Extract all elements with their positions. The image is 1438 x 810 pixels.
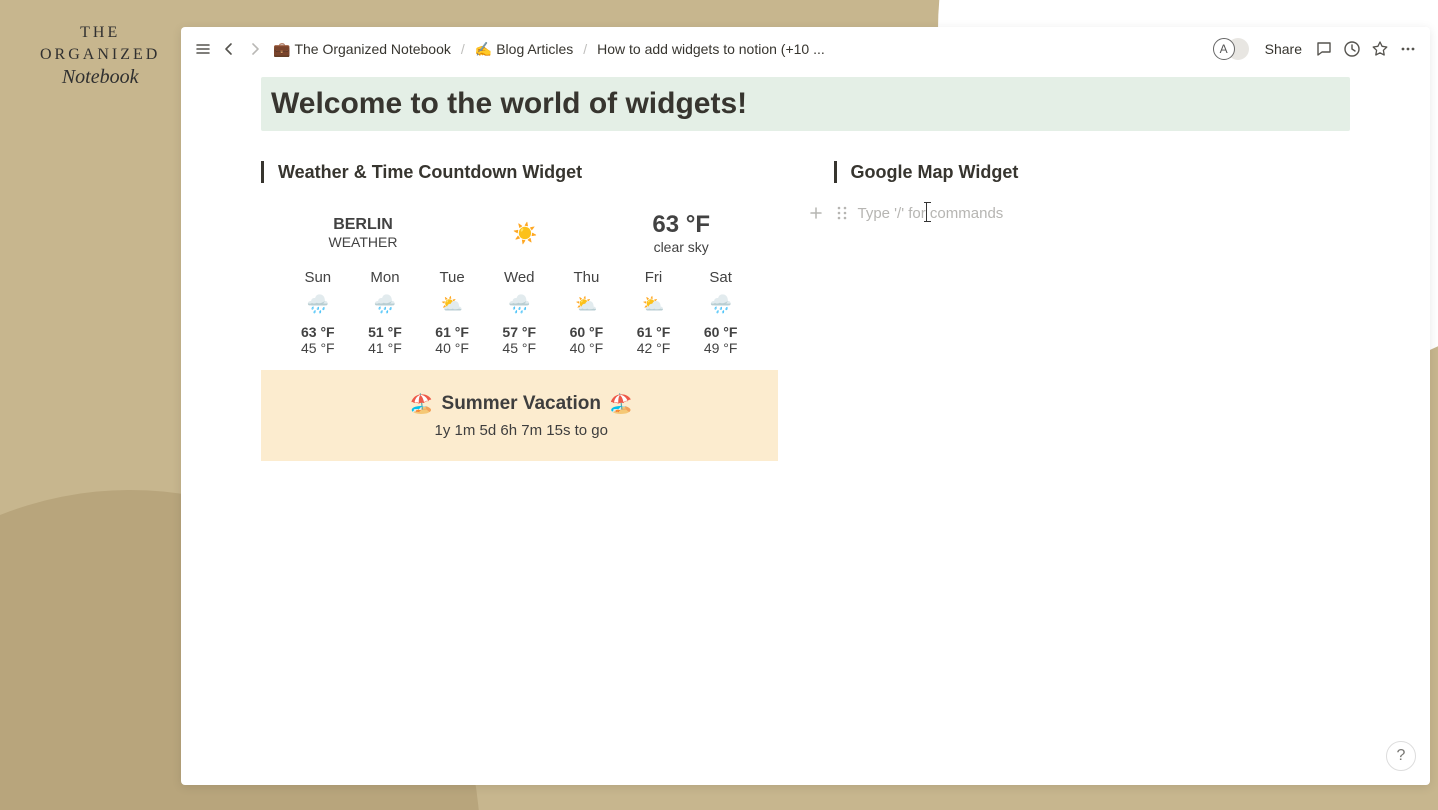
breadcrumb-separator: /: [583, 41, 587, 57]
forecast-day: Thu ⛅ 60 °F 40 °F: [570, 269, 604, 356]
forecast-day: Sat 🌧️ 60 °F 49 °F: [704, 269, 738, 356]
empty-block[interactable]: Type '/' for commands: [806, 201, 1351, 225]
column-heading-right[interactable]: Google Map Widget: [834, 161, 1351, 183]
weather-city: BERLIN: [329, 216, 398, 234]
forecast-day: Sun 🌧️ 63 °F 45 °F: [301, 269, 335, 356]
weather-icon: ⛅: [637, 292, 671, 316]
breadcrumb-item-blog[interactable]: ✍️ Blog Articles: [471, 39, 577, 60]
nav-back-button[interactable]: [217, 37, 241, 61]
briefcase-icon: 💼: [273, 41, 290, 58]
weather-icon: 🌧️: [368, 292, 402, 316]
countdown-widget: 🏖️ Summer Vacation 🏖️ 1y 1m 5d 6h 7m 15s…: [261, 370, 778, 461]
forecast-day-name: Fri: [637, 269, 671, 286]
forecast-day: Fri ⛅ 61 °F 42 °F: [637, 269, 671, 356]
forecast-day: Mon 🌧️ 51 °F 41 °F: [368, 269, 402, 356]
forecast-high: 61 °F: [435, 324, 469, 340]
share-button[interactable]: Share: [1259, 39, 1308, 59]
countdown-title: Summer Vacation: [442, 393, 601, 415]
beach-icon: 🏖️: [410, 392, 434, 416]
writing-icon: ✍️: [475, 41, 492, 58]
forecast-day-name: Wed: [502, 269, 536, 286]
updates-button[interactable]: [1340, 37, 1364, 61]
brand-line-3: Notebook: [40, 66, 160, 89]
column-heading-label: Weather & Time Countdown Widget: [278, 162, 582, 183]
column-heading-left[interactable]: Weather & Time Countdown Widget: [261, 161, 778, 183]
breadcrumb: 💼 The Organized Notebook / ✍️ Blog Artic…: [269, 39, 829, 60]
weather-label: WEATHER: [329, 234, 398, 250]
avatar: A: [1213, 38, 1235, 60]
more-button[interactable]: [1396, 37, 1420, 61]
weather-location: BERLIN WEATHER: [329, 216, 398, 250]
column-right: Google Map Widget Type '/' for commands: [834, 161, 1351, 461]
weather-now-desc: clear sky: [652, 239, 710, 255]
quote-bar-icon: [261, 161, 264, 183]
forecast-day-name: Sat: [704, 269, 738, 286]
forecast-high: 60 °F: [570, 324, 604, 340]
notion-window: 💼 The Organized Notebook / ✍️ Blog Artic…: [181, 27, 1430, 785]
breadcrumb-item-page[interactable]: How to add widgets to notion (+10 ...: [593, 39, 829, 59]
weather-icon: 🌧️: [301, 292, 335, 316]
presence-avatars[interactable]: A: [1213, 38, 1249, 60]
help-button[interactable]: ?: [1386, 741, 1416, 771]
add-block-button[interactable]: [806, 201, 826, 225]
breadcrumb-label: Blog Articles: [496, 41, 573, 57]
page-title: Welcome to the world of widgets!: [271, 87, 1340, 121]
forecast-high: 61 °F: [637, 324, 671, 340]
weather-forecast: Sun 🌧️ 63 °F 45 °F Mon 🌧️ 51 °F 41 °F: [271, 269, 768, 356]
forecast-low: 40 °F: [570, 340, 604, 356]
forecast-day: Wed 🌧️ 57 °F 45 °F: [502, 269, 536, 356]
forecast-high: 51 °F: [368, 324, 402, 340]
forecast-low: 45 °F: [502, 340, 536, 356]
forecast-day-name: Mon: [368, 269, 402, 286]
weather-icon: 🌧️: [502, 292, 536, 316]
weather-now: 63 °F clear sky: [652, 211, 710, 255]
forecast-high: 57 °F: [502, 324, 536, 340]
breadcrumb-separator: /: [461, 41, 465, 57]
column-heading-label: Google Map Widget: [851, 162, 1019, 183]
comments-button[interactable]: [1312, 37, 1336, 61]
drag-handle-icon[interactable]: [832, 201, 852, 225]
weather-icon: ⛅: [570, 292, 604, 316]
nav-forward-button[interactable]: [243, 37, 267, 61]
forecast-low: 49 °F: [704, 340, 738, 356]
forecast-day-name: Tue: [435, 269, 469, 286]
column-left: Weather & Time Countdown Widget BERLIN W…: [261, 161, 778, 461]
forecast-high: 60 °F: [704, 324, 738, 340]
weather-icon: ⛅: [435, 292, 469, 316]
forecast-low: 41 °F: [368, 340, 402, 356]
forecast-day: Tue ⛅ 61 °F 40 °F: [435, 269, 469, 356]
forecast-high: 63 °F: [301, 324, 335, 340]
forecast-day-name: Thu: [570, 269, 604, 286]
brand-line-1: THE: [40, 24, 160, 42]
sidebar-toggle-button[interactable]: [191, 37, 215, 61]
slash-placeholder[interactable]: Type '/' for commands: [858, 205, 1004, 222]
weather-icon: 🌧️: [704, 292, 738, 316]
forecast-low: 45 °F: [301, 340, 335, 356]
page-title-block[interactable]: Welcome to the world of widgets!: [261, 77, 1350, 131]
weather-widget: BERLIN WEATHER ☀️ 63 °F clear sky Sun: [261, 201, 778, 356]
breadcrumb-label: The Organized Notebook: [294, 41, 450, 57]
sun-icon: ☀️: [512, 221, 537, 246]
brand-line-2: ORGANIZED: [40, 46, 160, 64]
brand-logo: THE ORGANIZED Notebook: [40, 24, 160, 89]
breadcrumb-item-workspace[interactable]: 💼 The Organized Notebook: [269, 39, 455, 60]
beach-icon: 🏖️: [609, 392, 633, 416]
countdown-time: 1y 1m 5d 6h 7m 15s to go: [275, 422, 768, 439]
topbar: 💼 The Organized Notebook / ✍️ Blog Artic…: [181, 27, 1430, 71]
favorite-button[interactable]: [1368, 37, 1392, 61]
forecast-low: 40 °F: [435, 340, 469, 356]
page-body: Welcome to the world of widgets! Weather…: [181, 71, 1430, 785]
breadcrumb-label: How to add widgets to notion (+10 ...: [597, 41, 825, 57]
weather-now-temp: 63 °F: [652, 211, 710, 239]
columns: Weather & Time Countdown Widget BERLIN W…: [261, 161, 1350, 461]
quote-bar-icon: [834, 161, 837, 183]
text-cursor-icon: [926, 202, 927, 222]
forecast-day-name: Sun: [301, 269, 335, 286]
forecast-low: 42 °F: [637, 340, 671, 356]
